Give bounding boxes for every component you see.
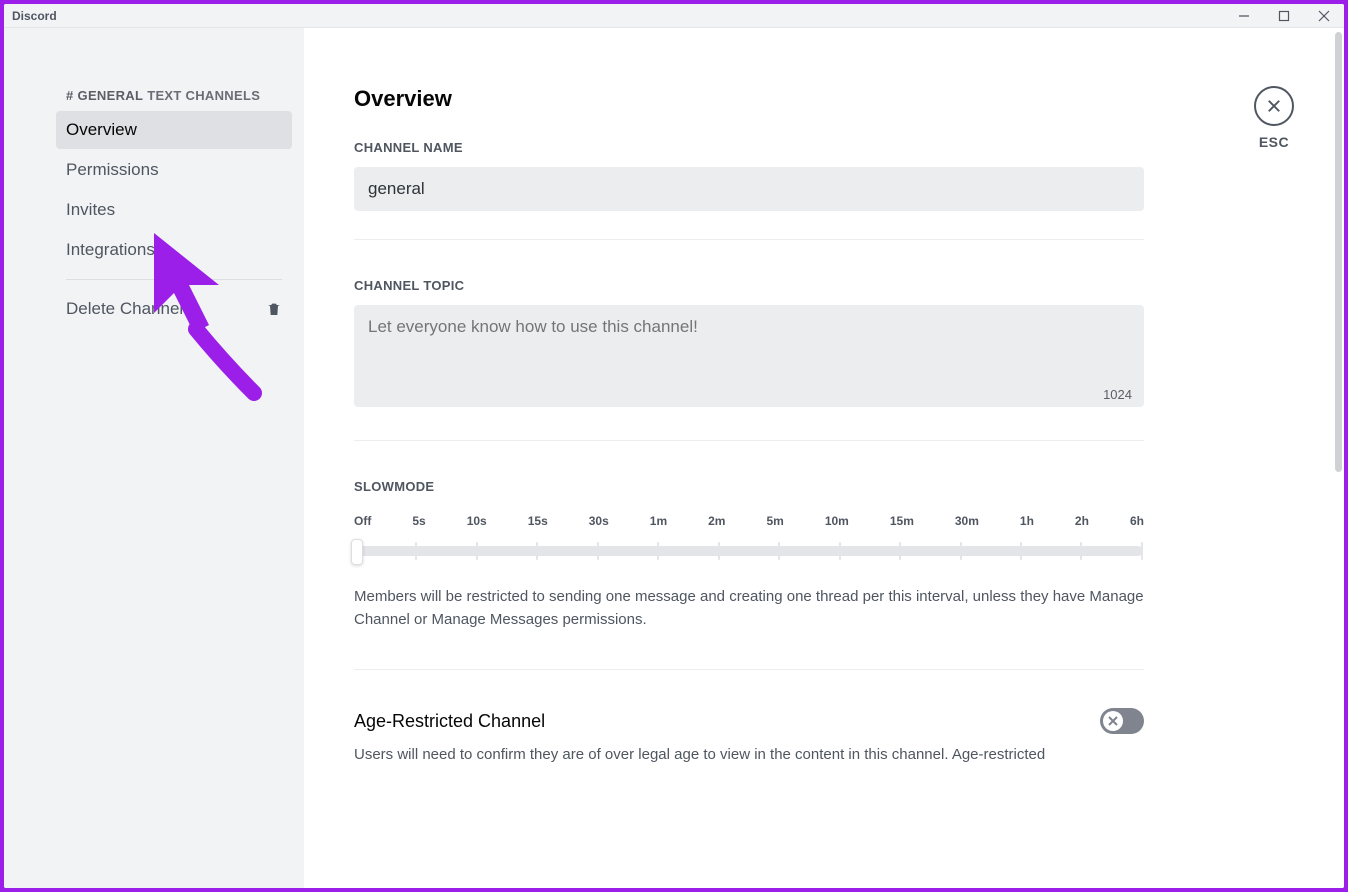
channel-topic-input[interactable] — [354, 305, 1144, 407]
channel-topic-label: CHANNEL TOPIC — [354, 278, 1144, 293]
divider — [354, 239, 1144, 240]
slider-tick-labels: Off 5s 10s 15s 30s 1m 2m 5m 10m 15m 30m … — [354, 514, 1144, 528]
settings-sidebar: # GENERAL TEXT CHANNELS Overview Permiss… — [4, 28, 304, 888]
sidebar-item-overview[interactable]: Overview — [56, 111, 292, 149]
sidebar-item-label: Integrations — [66, 240, 155, 259]
trash-icon — [266, 301, 282, 317]
close-icon — [1318, 10, 1330, 22]
tick-label: 5m — [766, 514, 783, 528]
toggle-knob — [1103, 711, 1123, 731]
close-label: ESC — [1259, 134, 1289, 150]
age-restricted-section: Age-Restricted Channel Users will need t… — [354, 708, 1144, 767]
tick-label: 15s — [528, 514, 548, 528]
age-restricted-desc: Users will need to confirm they are of o… — [354, 744, 1144, 767]
slider-track-wrap — [354, 536, 1144, 566]
hash-icon: # — [66, 88, 74, 103]
tick-label: Off — [354, 514, 371, 528]
close-circle — [1254, 86, 1294, 126]
content-wrap: # GENERAL TEXT CHANNELS Overview Permiss… — [4, 28, 1344, 888]
titlebar: Discord — [4, 4, 1344, 28]
tick-label: 1m — [650, 514, 667, 528]
sidebar-item-integrations[interactable]: Integrations — [56, 231, 292, 269]
channel-name-section: CHANNEL NAME — [354, 140, 1144, 211]
tick-label: 1h — [1020, 514, 1034, 528]
delete-channel-button[interactable]: Delete Channel — [56, 290, 292, 328]
delete-channel-label: Delete Channel — [66, 299, 183, 319]
sidebar-item-label: Overview — [66, 120, 137, 139]
app-window: Discord # GENERAL TEXT CHANNELS Overview… — [4, 4, 1344, 888]
slowmode-label: SLOWMODE — [354, 479, 1144, 494]
sidebar-header: # GENERAL TEXT CHANNELS — [56, 88, 292, 111]
tick-label: 10m — [825, 514, 849, 528]
channel-name-input[interactable] — [354, 167, 1144, 211]
slowmode-help: Members will be restricted to sending on… — [354, 586, 1144, 631]
window-controls — [1232, 6, 1336, 26]
divider — [354, 669, 1144, 670]
window-title: Discord — [12, 9, 57, 23]
tick-label: 30m — [955, 514, 979, 528]
close-settings-button[interactable]: ESC — [1254, 86, 1294, 150]
age-restricted-title: Age-Restricted Channel — [354, 711, 545, 732]
tick-label: 5s — [412, 514, 425, 528]
channel-topic-section: CHANNEL TOPIC 1024 — [354, 278, 1144, 412]
tick-label: 30s — [589, 514, 609, 528]
main-inner: Overview CHANNEL NAME CHANNEL TOPIC 1024… — [304, 28, 1184, 835]
sidebar-category-label: TEXT CHANNELS — [147, 88, 260, 103]
age-restricted-toggle[interactable] — [1100, 708, 1144, 734]
sidebar-divider — [66, 279, 282, 280]
close-window-button[interactable] — [1312, 6, 1336, 26]
minimize-icon — [1238, 10, 1250, 22]
tick-label: 15m — [890, 514, 914, 528]
x-icon — [1265, 97, 1283, 115]
settings-main: ESC Overview CHANNEL NAME CHANNEL TOPIC … — [304, 28, 1344, 888]
channel-name-label: CHANNEL NAME — [354, 140, 1144, 155]
slider-track — [355, 546, 1143, 556]
maximize-icon — [1278, 10, 1290, 22]
char-count: 1024 — [1103, 387, 1132, 402]
divider — [354, 440, 1144, 441]
minimize-button[interactable] — [1232, 6, 1256, 26]
tick-label: 10s — [467, 514, 487, 528]
slowmode-section: SLOWMODE Off 5s 10s 15s 30s 1m 2m 5m 10m — [354, 479, 1144, 631]
tick-label: 6h — [1130, 514, 1144, 528]
sidebar-item-permissions[interactable]: Permissions — [56, 151, 292, 189]
scrollbar[interactable] — [1335, 32, 1342, 472]
maximize-button[interactable] — [1272, 6, 1296, 26]
slowmode-slider[interactable]: Off 5s 10s 15s 30s 1m 2m 5m 10m 15m 30m … — [354, 514, 1144, 566]
toggle-off-icon — [1107, 715, 1119, 727]
sidebar-item-label: Invites — [66, 200, 115, 219]
sidebar-item-label: Permissions — [66, 160, 159, 179]
tick-label: 2h — [1075, 514, 1089, 528]
slider-handle[interactable] — [351, 539, 363, 565]
tick-label: 2m — [708, 514, 725, 528]
sidebar-channel-name: GENERAL — [78, 88, 144, 103]
sidebar-item-invites[interactable]: Invites — [56, 191, 292, 229]
page-title: Overview — [354, 86, 1144, 112]
age-restricted-row: Age-Restricted Channel — [354, 708, 1144, 734]
